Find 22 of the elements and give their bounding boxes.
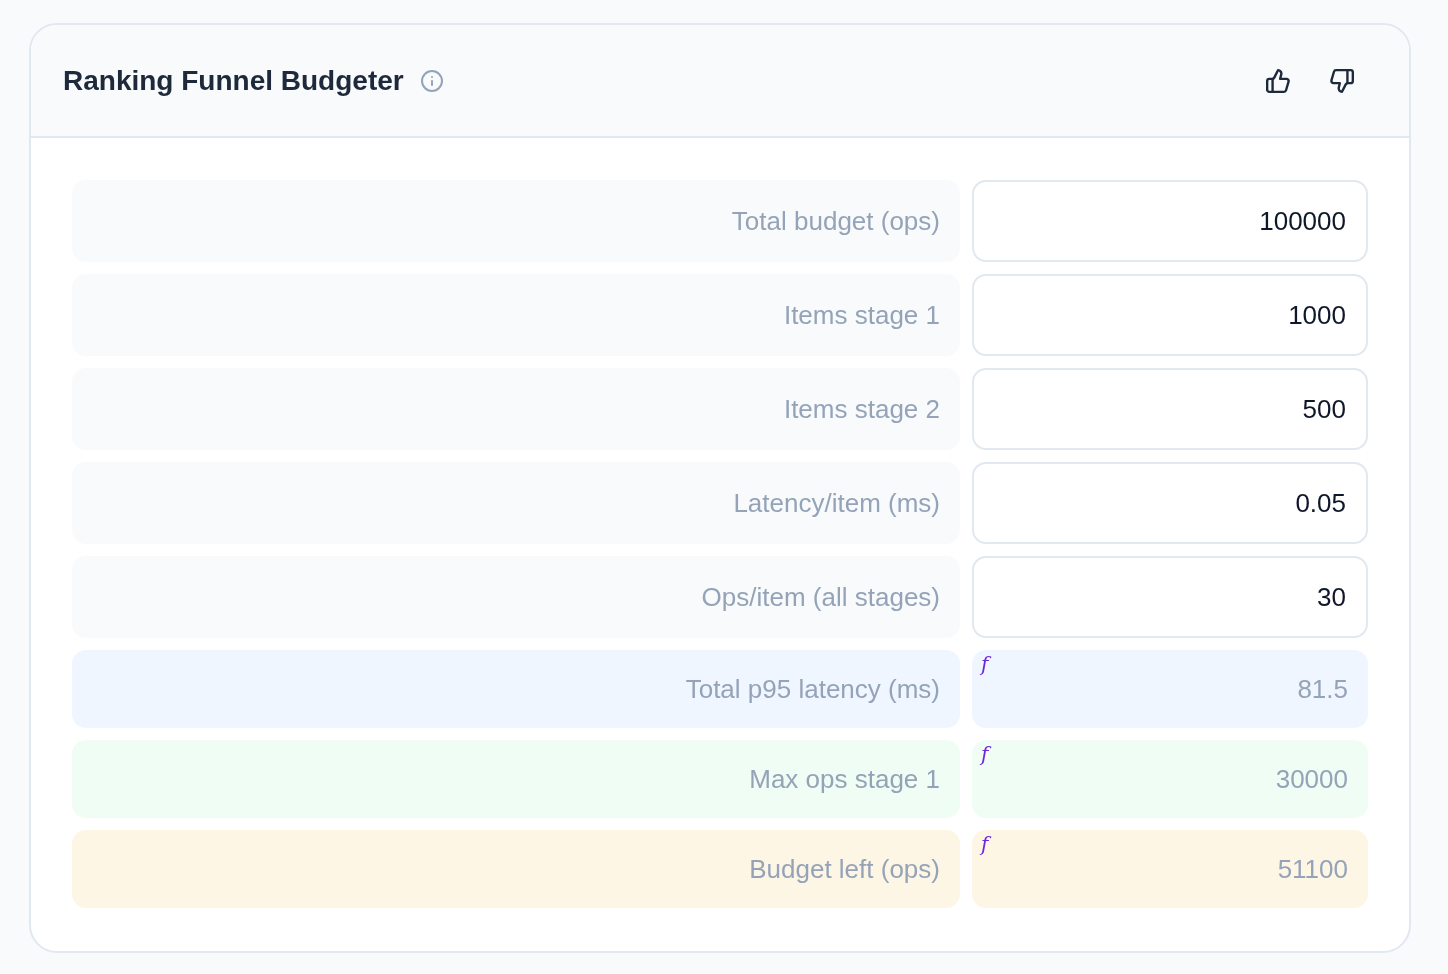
number-input[interactable]: 100000 <box>972 180 1368 262</box>
card-title: Ranking Funnel Budgeter <box>63 63 404 98</box>
field-label: Ops/item (all stages) <box>72 556 960 638</box>
number-input[interactable]: 0.05 <box>972 462 1368 544</box>
computed-number: 81.5 <box>1297 676 1348 702</box>
computed-number: 51100 <box>1277 856 1348 882</box>
field-label: Total p95 latency (ms) <box>72 650 960 728</box>
number-input[interactable]: 1000 <box>972 274 1368 356</box>
formula-marker: f <box>981 834 989 854</box>
number-input[interactable]: 30 <box>972 556 1368 638</box>
field-label: Total budget (ops) <box>72 180 960 262</box>
thumbs-up-icon <box>1265 67 1291 94</box>
field-label: Budget left (ops) <box>72 830 960 908</box>
computed-number: 30000 <box>1275 766 1348 792</box>
field-label: Max ops stage 1 <box>72 740 960 818</box>
field-label: Items stage 2 <box>72 368 960 450</box>
number-input[interactable]: 500 <box>972 368 1368 450</box>
thumbs-down-icon <box>1329 67 1355 94</box>
formula-marker: f <box>981 654 989 674</box>
field-label: Items stage 1 <box>72 274 960 356</box>
formula-marker: f <box>981 744 989 764</box>
field-label: Latency/item (ms) <box>72 462 960 544</box>
